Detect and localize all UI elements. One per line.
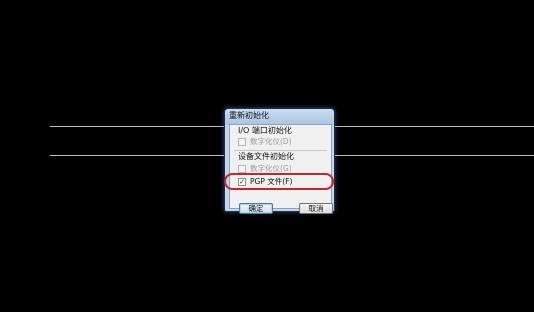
device-file-group-label: 设备文件初始化 [238, 152, 294, 161]
io-digitizer-checkbox[interactable] [238, 138, 246, 146]
io-digitizer-label: 数字化仪(D) [250, 137, 292, 146]
dialog-titlebar[interactable]: 重新初始化 [225, 109, 334, 124]
red-highlight-annotation [224, 173, 334, 190]
ok-button[interactable]: 确定 [239, 203, 273, 214]
cancel-button[interactable]: 取消 [299, 203, 333, 214]
dialog-title: 重新初始化 [229, 111, 269, 120]
device-digitizer-checkbox[interactable] [238, 165, 246, 173]
group-separator [234, 150, 327, 151]
reinit-dialog: 重新初始化 I/O 端口初始化 数字化仪(D) 设备文件初始化 数字化仪(G) … [224, 108, 335, 214]
dialog-body: I/O 端口初始化 数字化仪(D) 设备文件初始化 数字化仪(G) ✓ PGP … [229, 124, 333, 214]
io-port-group-label: I/O 端口初始化 [238, 126, 292, 135]
